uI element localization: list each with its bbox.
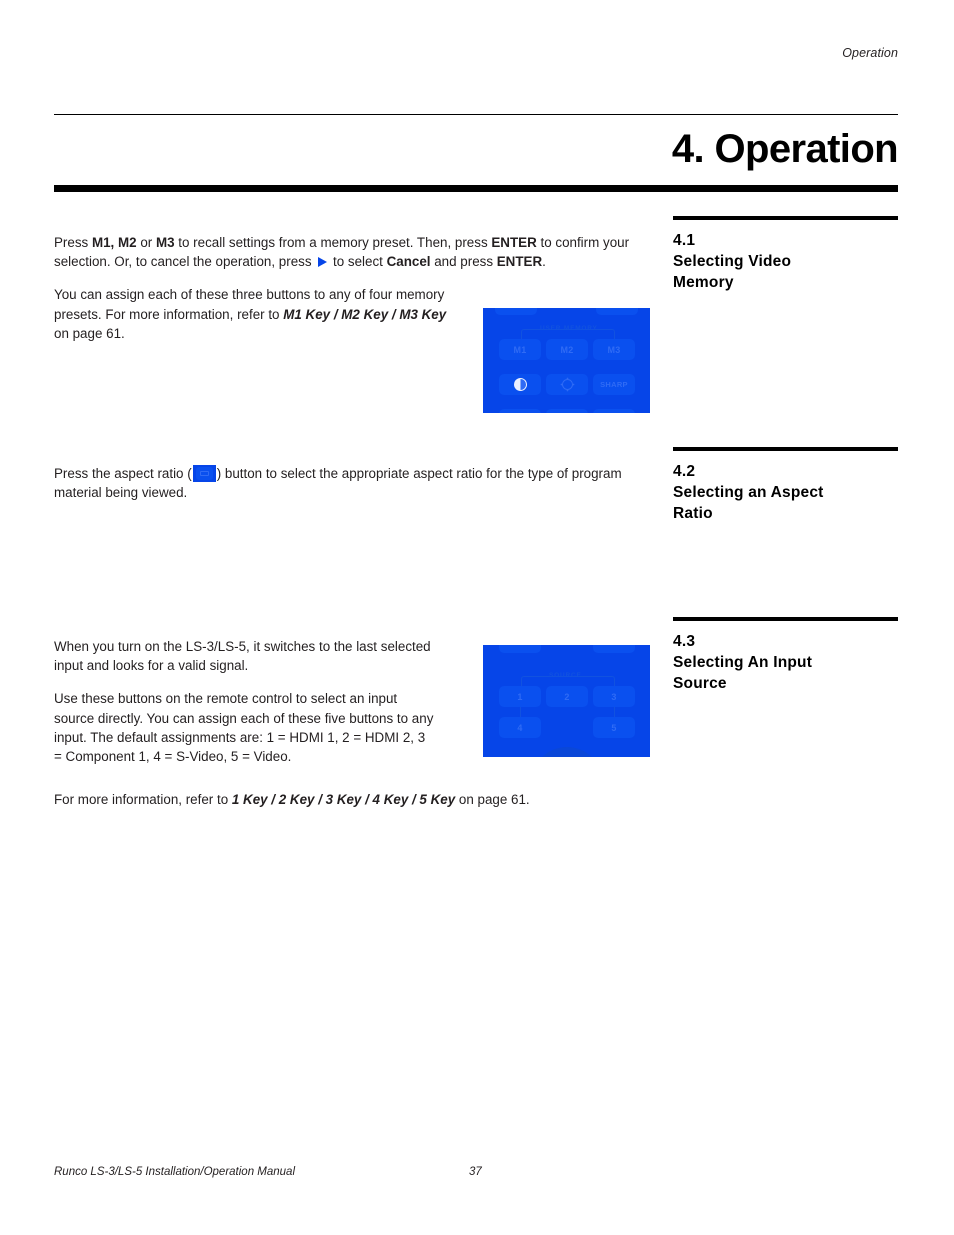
remote-button-partial-top-right: [593, 645, 635, 653]
brightness-icon: [561, 379, 573, 390]
body-block-more-info: For more information, refer to 1 Key / 2…: [54, 790, 634, 823]
remote-button-m1: M1: [499, 339, 541, 360]
section-rule: [673, 447, 898, 451]
remote-button-m2: M2: [546, 339, 588, 360]
remote-button-partial-top-left: [499, 645, 541, 653]
section-number: 4.3: [673, 633, 696, 650]
section-heading-4-1: 4.1 Selecting Video Memory: [673, 216, 898, 293]
paragraph-memory-press: Press M1, M2 or M3 to recall settings fr…: [54, 235, 630, 270]
right-arrow-icon: [318, 257, 328, 268]
figure-remote-user-memory: USER MEMORY M1 M2 M3 SHARP: [483, 308, 650, 413]
paragraph-aspect-ratio: Press the aspect ratio () button to sele…: [54, 465, 622, 501]
body-block-input-source: When you turn on the LS-3/LS-5, it switc…: [54, 637, 434, 780]
section-title-line-2: Memory: [673, 274, 734, 291]
section-title-line-1: Selecting Video: [673, 253, 792, 270]
section-number: 4.1: [673, 232, 696, 249]
remote-button-partial-bottom-3: [593, 409, 635, 413]
remote-button-partial-top-left: [495, 308, 537, 315]
contrast-icon: [513, 378, 527, 391]
paragraph-memory-assign: You can assign each of these three butto…: [54, 287, 447, 341]
paragraph-power-on: When you turn on the LS-3/LS-5, it switc…: [54, 639, 431, 674]
source-label: SOURCE: [549, 672, 582, 679]
section-title-line-2: Source: [673, 675, 727, 692]
paragraph-source-buttons: Use these buttons on the remote control …: [54, 691, 434, 765]
running-header: Operation: [842, 46, 898, 60]
figure-remote-source: SOURCE 1 2 3 4 5: [483, 645, 650, 757]
remote-button-source-2: 2: [546, 686, 588, 707]
footer-manual-title: Runco LS-3/LS-5 Installation/Operation M…: [54, 1166, 296, 1178]
remote-button-source-4: 4: [499, 717, 541, 738]
paragraph-more-info: For more information, refer to 1 Key / 2…: [54, 792, 530, 807]
remote-button-m3: M3: [593, 339, 635, 360]
section-heading-4-3: 4.3 Selecting An Input Source: [673, 617, 898, 694]
remote-button-partial-bottom-1: [499, 409, 541, 413]
footer-page-number: 37: [469, 1166, 482, 1178]
section-title-line-1: Selecting an Aspect: [673, 484, 824, 501]
remote-button-source-3: 3: [593, 686, 635, 707]
header-rule-thick: [54, 185, 898, 192]
chapter-title: 4. Operation: [671, 127, 899, 171]
remote-button-source-5: 5: [593, 717, 635, 738]
body-block-aspect-ratio: Press the aspect ratio () button to sele…: [54, 464, 642, 516]
remote-button-contrast: [499, 374, 541, 395]
section-title-line-1: Selecting An Input: [673, 654, 813, 671]
document-page: Operation 4. Operation 4.1 Selecting Vid…: [0, 0, 954, 1235]
remote-button-source-1: 1: [499, 686, 541, 707]
user-memory-label: USER MEMORY: [540, 325, 598, 332]
remote-button-partial-bottom-2: [546, 409, 588, 413]
section-heading-4-2: 4.2 Selecting an Aspect Ratio: [673, 447, 898, 524]
aspect-ratio-button-icon: [192, 465, 216, 482]
section-title-line-2: Ratio: [673, 505, 713, 522]
remote-navigation-pad: [531, 747, 603, 757]
remote-button-partial-top-right: [596, 308, 638, 315]
section-number: 4.2: [673, 463, 696, 480]
remote-button-brightness: [546, 374, 588, 395]
section-rule: [673, 216, 898, 220]
header-rule-thin: [54, 114, 898, 115]
section-rule: [673, 617, 898, 621]
remote-button-sharp: SHARP: [593, 374, 635, 395]
